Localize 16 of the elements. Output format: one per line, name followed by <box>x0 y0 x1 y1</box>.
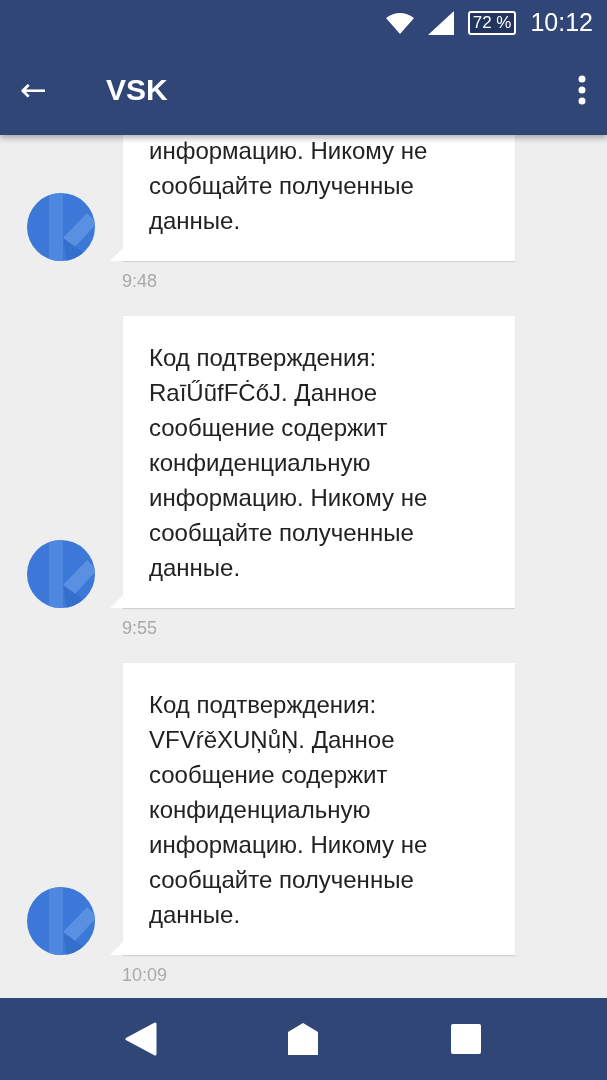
recents-nav-icon[interactable] <box>449 1023 482 1055</box>
home-nav-icon[interactable] <box>287 1022 320 1056</box>
bubble-tail <box>110 247 124 261</box>
bubble-tail <box>110 941 124 955</box>
message-time: 9:48 <box>122 271 159 292</box>
message-time: 9:55 <box>122 618 159 639</box>
back-button[interactable]: ← <box>20 71 76 109</box>
wifi-icon <box>385 11 414 34</box>
more-options-icon[interactable] <box>577 75 587 105</box>
back-nav-icon[interactable] <box>125 1022 158 1056</box>
message-time: 10:09 <box>122 965 169 986</box>
conversation-title: VSK <box>106 73 169 107</box>
clock: 10:12 <box>530 8 593 37</box>
signal-icon <box>427 10 454 35</box>
bubble-tail <box>110 594 124 608</box>
battery-indicator: 72 % <box>467 10 517 35</box>
